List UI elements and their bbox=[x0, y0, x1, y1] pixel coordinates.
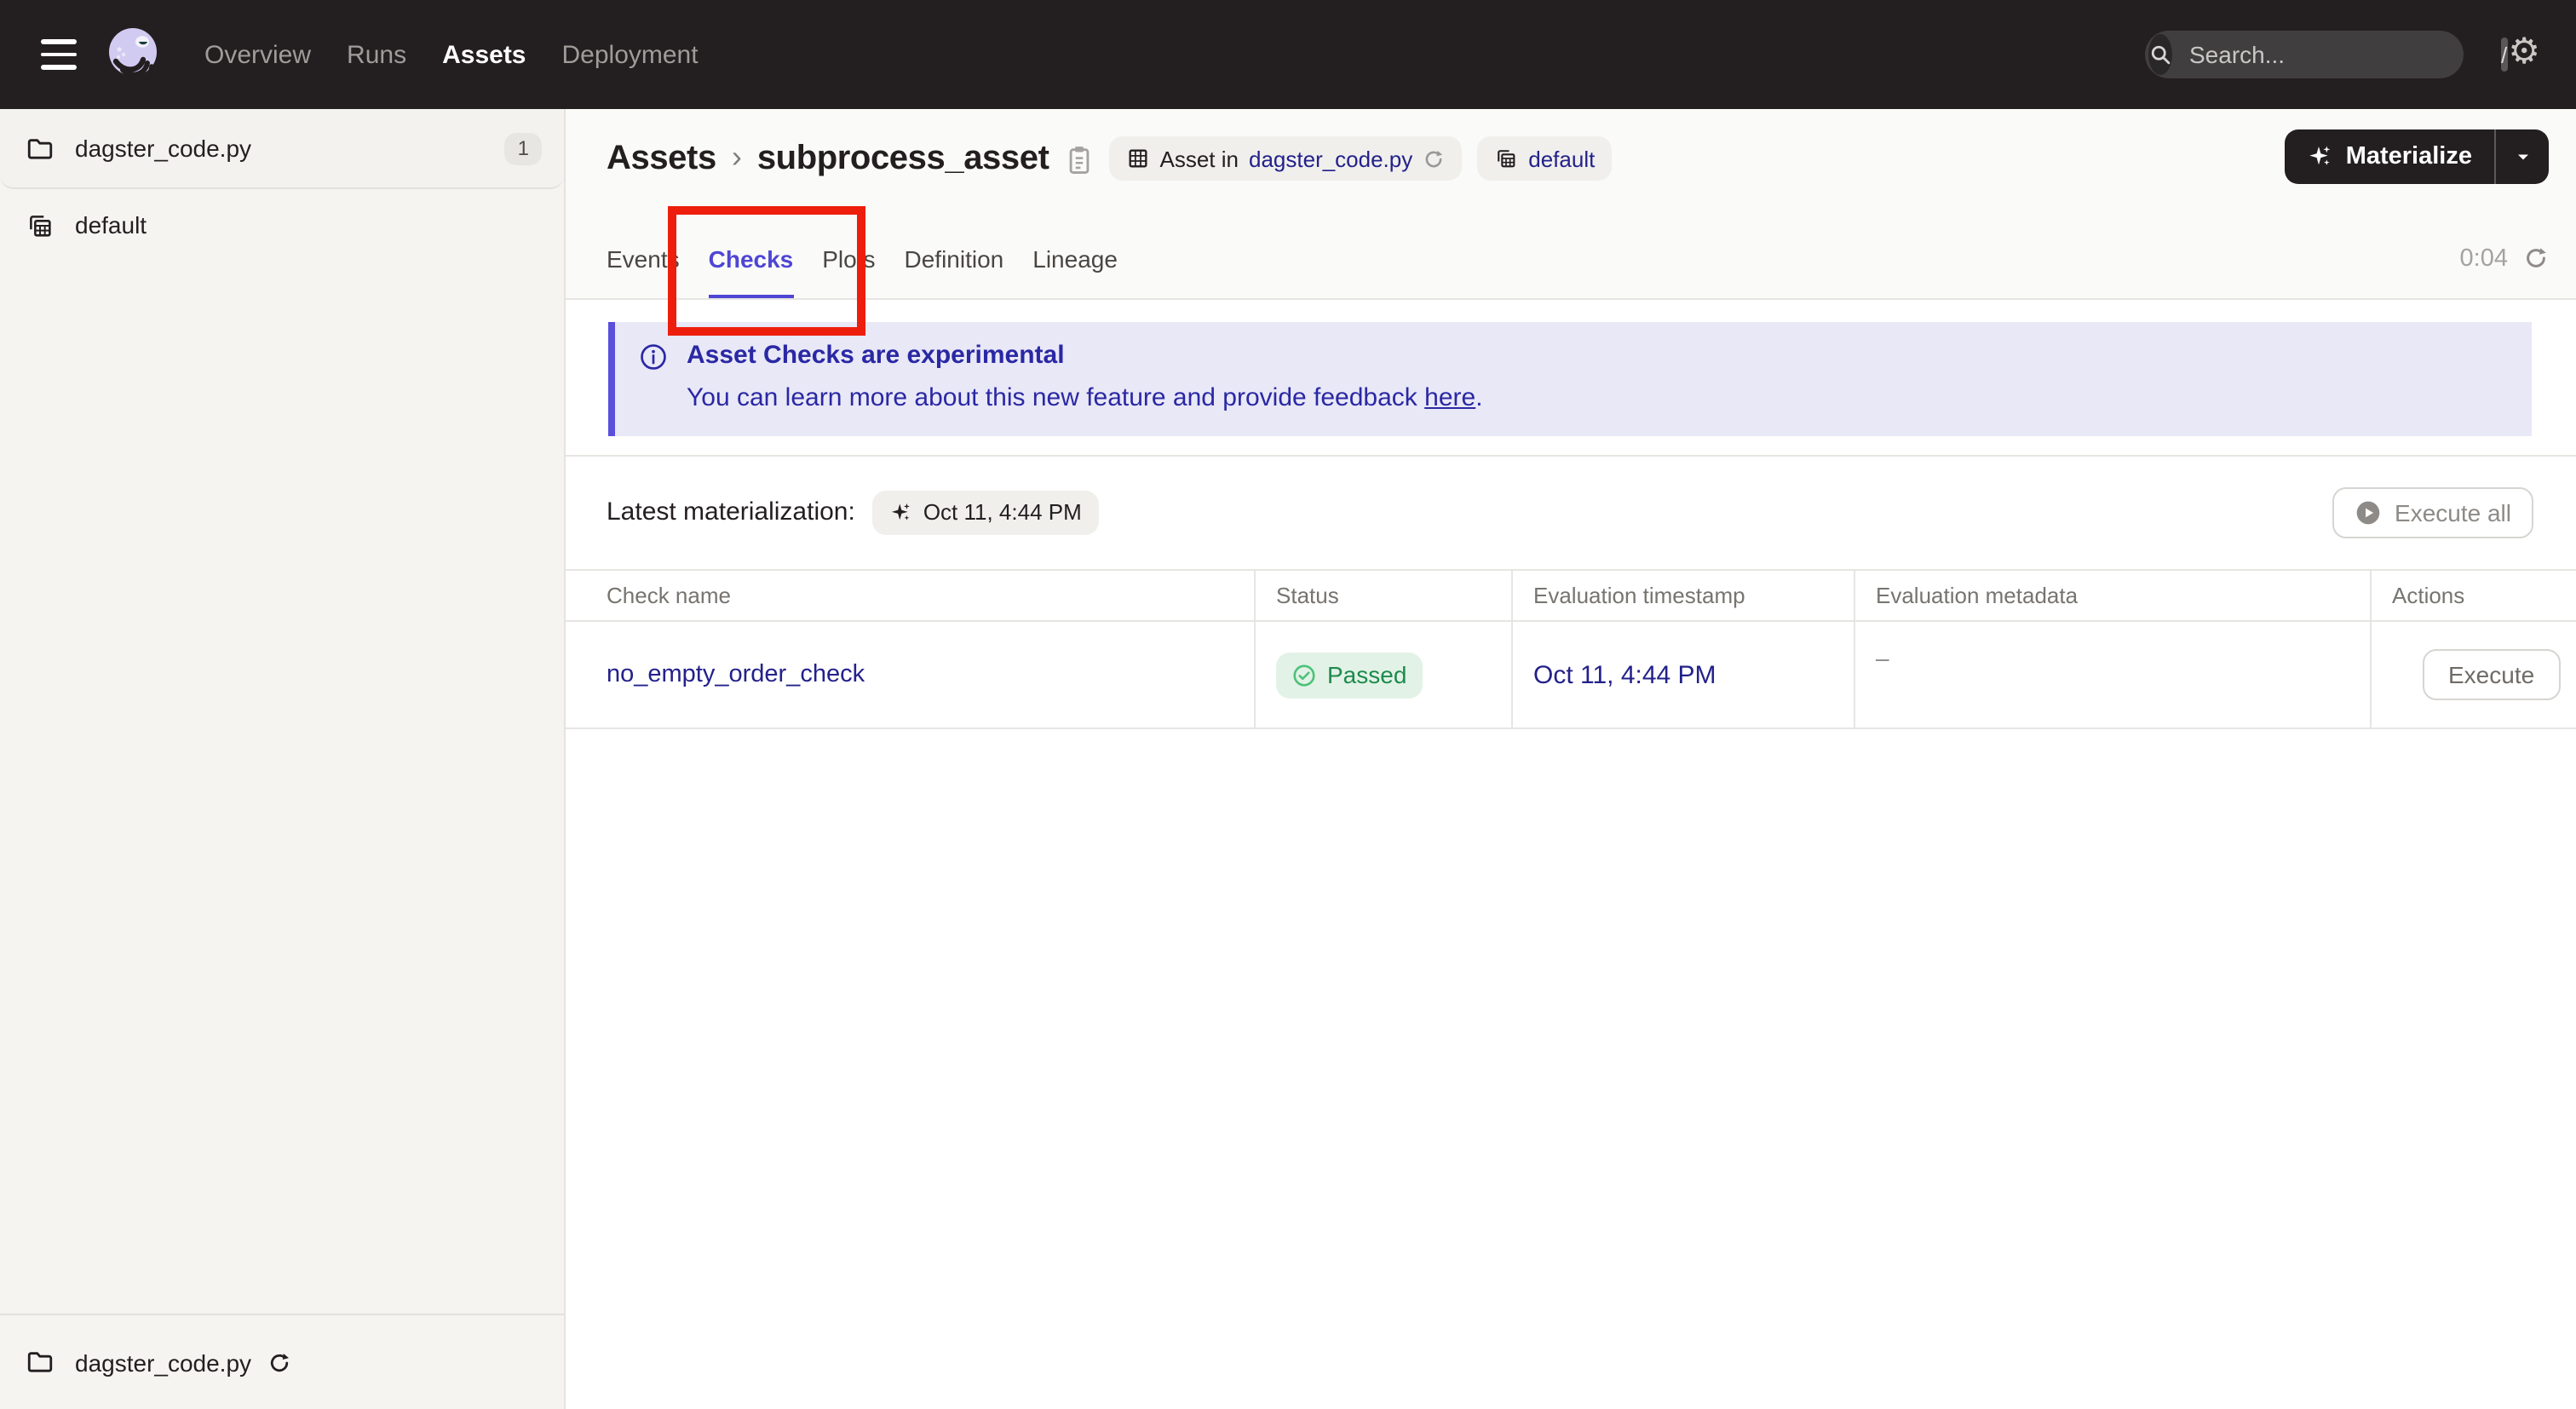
breadcrumb-assets[interactable]: Assets bbox=[607, 139, 716, 178]
tab-label: Checks bbox=[708, 244, 794, 272]
materialization-timestamp-tag[interactable]: Oct 11, 4:44 PM bbox=[871, 490, 1099, 534]
table-row: no_empty_order_check Passed Oct 11, 4:44… bbox=[566, 622, 2576, 729]
checks-table: Check name Status Evaluation timestamp E… bbox=[566, 569, 2576, 729]
nav-item-deployment[interactable]: Deployment bbox=[562, 40, 699, 69]
sidebar-item-label: default bbox=[75, 211, 147, 239]
tab-label: Plots bbox=[822, 244, 876, 272]
top-navbar: Overview Runs Assets Deployment / ⚙ bbox=[0, 0, 2576, 109]
feedback-link[interactable]: here bbox=[1424, 383, 1475, 412]
latest-materialization-label: Latest materialization: bbox=[607, 497, 855, 526]
materialize-label: Materialize bbox=[2345, 143, 2472, 170]
column-header-check-name: Check name bbox=[607, 583, 731, 608]
asset-catalog-sidebar: dagster_code.py 1 default dagster_code.p… bbox=[0, 109, 566, 1409]
tab-lineage[interactable]: Lineage bbox=[1032, 218, 1118, 298]
tab-definition[interactable]: Definition bbox=[905, 218, 1004, 298]
nav-item-assets[interactable]: Assets bbox=[442, 40, 526, 69]
page-title: subprocess_asset bbox=[756, 139, 1049, 176]
metadata-empty-value: – bbox=[1876, 644, 1889, 671]
copy-clipboard-icon[interactable] bbox=[1065, 142, 1094, 175]
execute-all-label: Execute all bbox=[2395, 499, 2511, 526]
refresh-icon[interactable] bbox=[1423, 147, 1445, 170]
refresh-timer: 0:04 bbox=[2460, 218, 2549, 298]
experimental-banner: Asset Checks are experimental You can le… bbox=[608, 322, 2532, 436]
dagster-app: Overview Runs Assets Deployment / ⚙ dags… bbox=[0, 0, 2576, 1409]
asset-tag-code-location-link[interactable]: dagster_code.py bbox=[1249, 146, 1412, 171]
folder-icon bbox=[27, 1352, 53, 1372]
code-location-label: dagster_code.py bbox=[75, 1349, 252, 1376]
materialization-timestamp: Oct 11, 4:44 PM bbox=[923, 499, 1082, 525]
tab-plots[interactable]: Plots bbox=[822, 218, 875, 298]
column-header-status: Status bbox=[1254, 571, 1511, 620]
check-name-link[interactable]: no_empty_order_check bbox=[607, 661, 865, 688]
asset-group-icon bbox=[1498, 150, 1515, 168]
tab-label: Definition bbox=[904, 244, 1004, 272]
search-input[interactable] bbox=[2186, 39, 2501, 70]
tab-label: Lineage bbox=[1032, 244, 1118, 272]
column-header-evaluation-metadata: Evaluation metadata bbox=[1854, 571, 2370, 620]
breadcrumb: Assets › subprocess_asset Asset in dagst… bbox=[607, 136, 1613, 181]
folder-icon bbox=[27, 138, 53, 158]
main-content: Assets › subprocess_asset Asset in dagst… bbox=[566, 109, 2576, 1409]
asset-tag-prefix: Asset in bbox=[1159, 146, 1239, 171]
column-header-actions: Actions bbox=[2370, 571, 2576, 620]
status-badge: Passed bbox=[1276, 652, 1423, 698]
refresh-countdown: 0:04 bbox=[2459, 244, 2508, 272]
materialize-split-button: Materialize bbox=[2284, 129, 2549, 184]
info-icon bbox=[641, 344, 666, 370]
sparkle-icon bbox=[891, 502, 910, 520]
dagster-logo-icon[interactable] bbox=[102, 24, 164, 85]
asset-grid-icon bbox=[1129, 149, 1147, 168]
gear-icon[interactable]: ⚙ bbox=[2508, 32, 2540, 73]
banner-text: You can learn more about this new featur… bbox=[687, 383, 1425, 412]
materialize-dropdown-button[interactable] bbox=[2496, 129, 2549, 184]
asset-count-badge: 1 bbox=[504, 132, 542, 164]
sidebar-item-dagster-code[interactable]: dagster_code.py 1 bbox=[0, 109, 564, 189]
caret-down-icon bbox=[2517, 154, 2527, 160]
asset-group-icon bbox=[30, 215, 51, 236]
banner-body: You can learn more about this new featur… bbox=[687, 383, 1483, 412]
asset-header: Assets › subprocess_asset Asset in dagst… bbox=[566, 109, 2576, 300]
banner-title: Asset Checks are experimental bbox=[687, 341, 1065, 370]
column-header-evaluation-timestamp: Evaluation timestamp bbox=[1511, 571, 1854, 620]
execute-all-button[interactable]: Execute all bbox=[2332, 487, 2533, 538]
tab-events[interactable]: Events bbox=[607, 218, 680, 298]
latest-materialization-row: Latest materialization: Oct 11, 4:44 PM bbox=[607, 455, 1099, 569]
banner-period: . bbox=[1475, 383, 1483, 412]
play-circle-icon bbox=[2355, 501, 2379, 525]
sparkle-icon bbox=[2309, 146, 2331, 165]
hamburger-menu-icon[interactable] bbox=[41, 39, 77, 70]
materialize-button[interactable]: Materialize bbox=[2285, 129, 2494, 184]
sidebar-item-default-group[interactable]: default bbox=[0, 189, 564, 261]
asset-tabs: Events Checks Plots Definition Lineage bbox=[607, 218, 2201, 298]
sidebar-item-label: dagster_code.py bbox=[75, 135, 252, 162]
refresh-icon[interactable] bbox=[2523, 245, 2549, 271]
asset-definition-tag[interactable]: Asset in dagster_code.py bbox=[1108, 136, 1463, 181]
search-icon bbox=[2148, 34, 2172, 75]
sidebar-code-location[interactable]: dagster_code.py bbox=[0, 1314, 564, 1409]
reload-icon[interactable] bbox=[267, 1350, 290, 1374]
group-tag-link[interactable]: default bbox=[1528, 146, 1595, 171]
search-shortcut-badge: / bbox=[2501, 37, 2508, 72]
table-header: Check name Status Evaluation timestamp E… bbox=[566, 569, 2576, 622]
tab-label: Events bbox=[607, 244, 680, 272]
execute-button[interactable]: Execute bbox=[2423, 649, 2561, 700]
primary-nav: Overview Runs Assets Deployment bbox=[204, 0, 699, 109]
status-label: Passed bbox=[1327, 661, 1407, 688]
chevron-right-icon: › bbox=[731, 139, 742, 173]
evaluation-timestamp-link[interactable]: Oct 11, 4:44 PM bbox=[1533, 660, 1716, 689]
asset-group-tag[interactable]: default bbox=[1477, 136, 1613, 181]
nav-item-overview[interactable]: Overview bbox=[204, 40, 311, 69]
tab-checks[interactable]: Checks bbox=[708, 218, 794, 298]
global-search[interactable]: / bbox=[2145, 31, 2508, 78]
check-circle-icon bbox=[1293, 664, 1315, 686]
nav-item-runs[interactable]: Runs bbox=[347, 40, 406, 69]
